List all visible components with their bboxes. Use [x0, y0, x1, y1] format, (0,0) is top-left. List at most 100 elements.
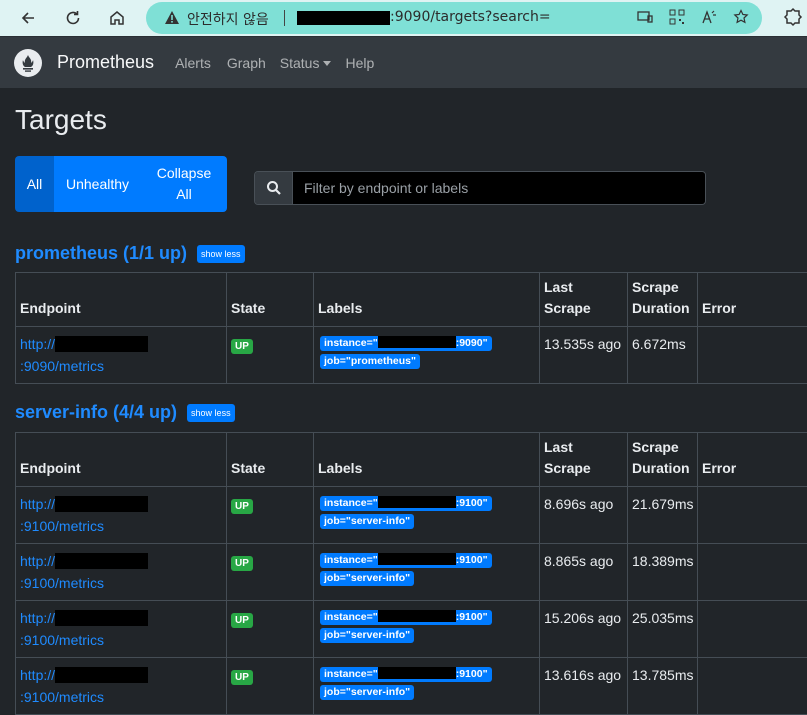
last-scrape-cell: 8.696s ago	[540, 487, 628, 544]
col-labels: Labels	[314, 433, 540, 487]
prometheus-logo-icon[interactable]	[14, 49, 42, 77]
instance-label-badge: instance=":9100"	[320, 553, 492, 568]
endpoint-cell: http://:9100/metrics	[16, 544, 227, 601]
home-icon[interactable]	[106, 7, 128, 29]
scrape-duration-cell: 6.672ms	[628, 327, 698, 384]
redacted-host	[55, 667, 148, 683]
endpoint-cell: http://:9100/metrics	[16, 487, 227, 544]
table-header-row: Endpoint State Labels Last Scrape Scrape…	[16, 433, 807, 487]
nav-status[interactable]: Status	[280, 55, 332, 71]
last-scrape-cell: 15.206s ago	[540, 601, 628, 658]
redacted-host	[55, 553, 148, 569]
address-divider	[284, 10, 285, 26]
warning-icon	[164, 10, 180, 29]
endpoint-cell: http:// :9090/metrics	[16, 327, 227, 384]
col-scrape-duration: Scrape Duration	[628, 433, 698, 487]
endpoint-link[interactable]: http://:9100/metrics	[20, 553, 148, 591]
instance-label-suffix: :9100"	[456, 497, 488, 509]
state-cell: UP	[227, 601, 314, 658]
browser-toolbar: 안전하지 않음 :9090/targets?search=	[0, 0, 807, 36]
extensions-icon[interactable]	[783, 7, 803, 30]
endpoint-suffix: :9100/metrics	[20, 689, 104, 705]
job-title[interactable]: prometheus (1/1 up)	[15, 243, 187, 264]
instance-label-prefix: instance="	[324, 668, 378, 680]
job-label-badge: job="server-info"	[320, 685, 414, 700]
endpoint-prefix: http://	[20, 336, 55, 352]
error-cell	[698, 544, 807, 601]
redacted-host	[378, 553, 456, 565]
endpoint-link[interactable]: http:// :9100/metrics	[20, 610, 148, 648]
table-row: http:// :9100/metrics UP instance=":9100"…	[16, 601, 807, 658]
endpoint-prefix: http://	[20, 496, 55, 512]
brand-link[interactable]: Prometheus	[57, 52, 154, 73]
endpoint-suffix: :9100/metrics	[20, 632, 104, 648]
app-navbar: Prometheus Alerts Graph Status Help	[0, 36, 807, 88]
endpoint-prefix: http://	[20, 610, 55, 626]
instance-label-suffix: :9100"	[456, 668, 488, 680]
add-favorite-icon[interactable]	[732, 8, 750, 26]
labels-cell: instance=":9100" job="server-info"	[314, 544, 540, 601]
job-title[interactable]: server-info (4/4 up)	[15, 402, 177, 423]
status-badge: UP	[231, 339, 253, 354]
status-badge: UP	[231, 499, 253, 514]
state-cell: UP	[227, 544, 314, 601]
redacted-host	[378, 610, 456, 622]
scrape-duration-cell: 18.389ms	[628, 544, 698, 601]
state-cell: UP	[227, 487, 314, 544]
collapse-all-button[interactable]: Collapse All	[141, 156, 227, 212]
endpoint-link[interactable]: http://:9100/metrics	[20, 496, 148, 534]
col-endpoint: Endpoint	[16, 273, 227, 327]
redacted-host	[297, 11, 390, 25]
last-scrape-cell: 13.535s ago	[540, 327, 628, 384]
reload-icon[interactable]	[62, 7, 84, 29]
instance-label-prefix: instance="	[324, 554, 378, 566]
nav-alerts[interactable]: Alerts	[175, 55, 211, 71]
col-error: Error	[698, 433, 807, 487]
scrape-duration-cell: 13.785ms	[628, 658, 698, 715]
endpoint-link[interactable]: http://:9100/metrics	[20, 667, 148, 705]
job-label-badge: job="prometheus"	[320, 354, 420, 369]
app-available-icon[interactable]	[636, 8, 654, 26]
job-header-prometheus: prometheus (1/1 up) show less	[15, 243, 245, 264]
table-row: http://:9100/metrics UP instance=":9100"…	[16, 544, 807, 601]
search-input[interactable]	[293, 172, 705, 204]
instance-label-suffix: :9090"	[456, 337, 488, 349]
labels-cell: instance=" :9100" job="server-info"	[314, 658, 540, 715]
targets-table-prometheus: Endpoint State Labels Last Scrape Scrape…	[15, 272, 807, 384]
instance-label-badge: instance=":9100"	[320, 610, 492, 625]
targets-table-server-info: Endpoint State Labels Last Scrape Scrape…	[15, 432, 807, 715]
state-cell: UP	[227, 658, 314, 715]
error-cell	[698, 487, 807, 544]
col-last-scrape: Last Scrape	[540, 273, 628, 327]
col-scrape-duration: Scrape Duration	[628, 273, 698, 327]
show-less-button[interactable]: show less	[197, 245, 245, 263]
redacted-host	[378, 496, 456, 508]
nav-help[interactable]: Help	[345, 55, 374, 71]
instance-label-badge: instance=" :9100"	[320, 496, 492, 511]
instance-label-badge: instance=" :9090"	[320, 336, 492, 351]
address-bar[interactable]: 안전하지 않음 :9090/targets?search=	[146, 2, 762, 34]
endpoint-suffix: :9090/metrics	[20, 358, 104, 374]
error-cell	[698, 658, 807, 715]
redacted-host	[55, 496, 148, 512]
col-last-scrape: Last Scrape	[540, 433, 628, 487]
last-scrape-cell: 13.616s ago	[540, 658, 628, 715]
table-row: http://:9100/metrics UP instance=" :9100"…	[16, 487, 807, 544]
endpoint-link[interactable]: http:// :9090/metrics	[20, 336, 148, 374]
labels-cell: instance=":9100" job="server-info"	[314, 601, 540, 658]
filter-unhealthy-button[interactable]: Unhealthy	[54, 156, 141, 212]
read-aloud-icon[interactable]	[700, 8, 718, 26]
filter-all-button[interactable]: All	[15, 156, 54, 212]
instance-label-prefix: instance="	[324, 337, 378, 349]
labels-cell: instance=" :9090" job="prometheus"	[314, 327, 540, 384]
qr-code-icon[interactable]	[668, 8, 686, 26]
col-endpoint: Endpoint	[16, 433, 227, 487]
job-header-server-info: server-info (4/4 up) show less	[15, 402, 235, 423]
instance-label-prefix: instance="	[324, 497, 378, 509]
show-less-button[interactable]: show less	[187, 404, 235, 422]
redacted-host	[378, 667, 456, 679]
instance-label-prefix: instance="	[324, 611, 378, 623]
table-row: http://:9100/metrics UP instance=" :9100"…	[16, 658, 807, 715]
nav-graph[interactable]: Graph	[227, 55, 266, 71]
back-icon[interactable]	[17, 7, 39, 29]
